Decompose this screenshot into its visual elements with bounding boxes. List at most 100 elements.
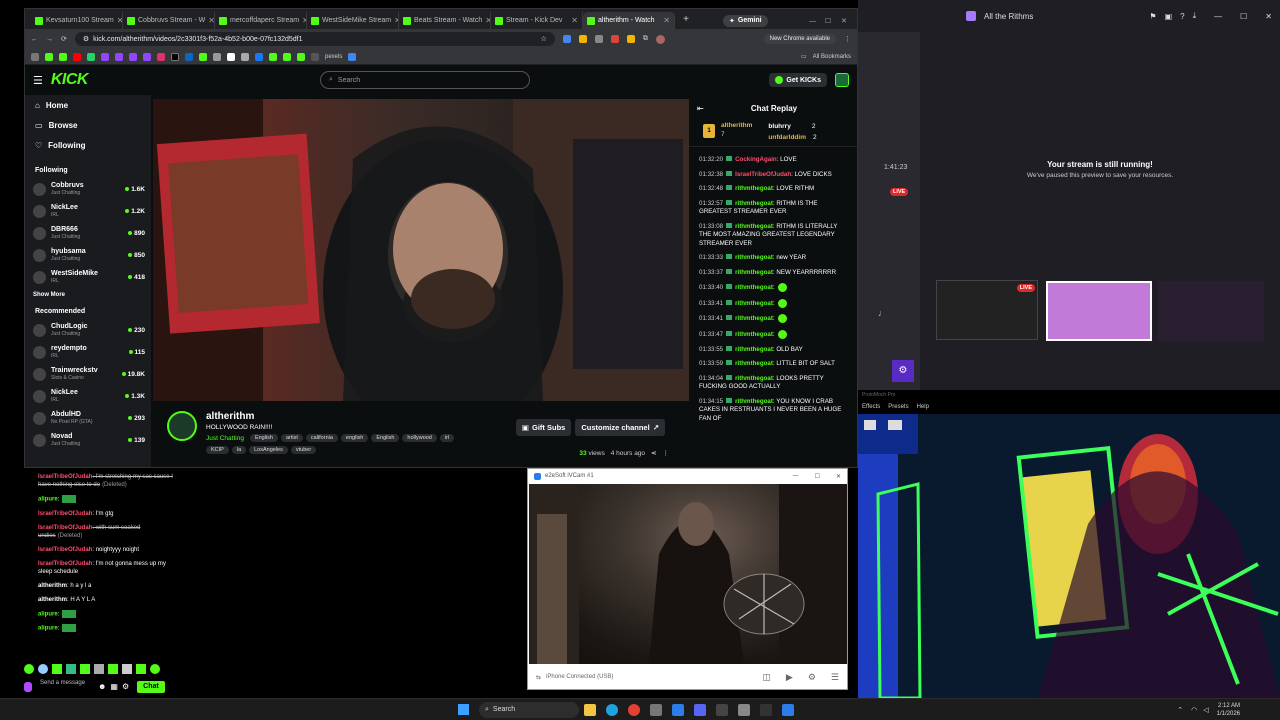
pexels-bookmark[interactable]: pexels: [325, 54, 342, 60]
bookmark-icon[interactable]: [185, 52, 193, 61]
window-close-icon[interactable]: ✕: [841, 17, 857, 25]
edge-icon[interactable]: [606, 703, 618, 716]
app-icon[interactable]: [650, 703, 662, 716]
bookmark-icon[interactable]: [269, 52, 277, 61]
back-icon[interactable]: ←: [31, 36, 38, 43]
sidebar-channel[interactable]: NickLee IRL 1.2K: [25, 200, 151, 222]
sidebar-channel[interactable]: Trainwreckstv Slots & Casino 19.8K: [25, 363, 151, 385]
stream-tag[interactable]: English: [249, 434, 278, 442]
chat-username[interactable]: alipure: [38, 497, 58, 503]
app-icon[interactable]: [782, 703, 794, 716]
gift-subs-button[interactable]: ▣ Gift Subs: [515, 419, 572, 436]
close-icon[interactable]: ✕: [571, 16, 578, 25]
app-icon[interactable]: [760, 703, 772, 716]
bookmark-icon[interactable]: [157, 52, 165, 61]
window-icon[interactable]: ▣: [1165, 12, 1173, 21]
sidebar-channel[interactable]: NickLee IRL 1.3K: [25, 385, 151, 407]
browser-tab-active[interactable]: altherithm - Watch ✕: [583, 12, 675, 29]
maximize-icon[interactable]: ☐: [825, 17, 841, 25]
stream-tag[interactable]: irl: [439, 434, 455, 442]
chat-username[interactable]: alipure: [38, 626, 58, 632]
minimize-icon[interactable]: —: [793, 473, 799, 479]
extensions-puzzle-icon[interactable]: ⧉: [643, 35, 648, 43]
video-player[interactable]: [153, 99, 689, 401]
chrome-icon[interactable]: [628, 703, 640, 716]
send-message-input[interactable]: Send a message: [36, 680, 94, 694]
chat-username[interactable]: rithmthegoat: [735, 331, 773, 338]
stream-tag[interactable]: English: [371, 434, 400, 442]
channel-avatar[interactable]: [167, 411, 197, 441]
menu-icon[interactable]: ☰: [831, 672, 839, 683]
emote-icon[interactable]: [24, 664, 34, 674]
stream-tag[interactable]: la: [231, 446, 247, 454]
profile-avatar[interactable]: [655, 34, 665, 44]
chat-username[interactable]: rithmthegoat: [735, 398, 773, 405]
kick-logo[interactable]: KICK: [51, 71, 89, 89]
nav-home[interactable]: ⌂ Home: [25, 95, 151, 115]
bookmark-icon[interactable]: [143, 52, 151, 61]
sidebar-channel[interactable]: hyubsama Just Chatting 850: [25, 244, 151, 266]
nav-browse[interactable]: ▭ Browse: [25, 115, 151, 135]
chat-username[interactable]: rithmthegoat: [735, 254, 773, 261]
stream-tag[interactable]: california: [305, 434, 338, 442]
new-chrome-available-button[interactable]: New Chrome available: [763, 34, 836, 44]
browser-tab[interactable]: mercoffdaperc Stream✕: [215, 12, 307, 29]
emote-icon[interactable]: [122, 664, 132, 674]
chat-username[interactable]: rithmthegoat: [735, 269, 773, 276]
browser-tab[interactable]: WestSideMike Stream✕: [307, 12, 399, 29]
stream-tag[interactable]: artist: [280, 434, 303, 442]
extension-icon[interactable]: [578, 35, 587, 43]
extension-icon[interactable]: [594, 35, 603, 43]
scene-thumbnail[interactable]: [1158, 281, 1264, 341]
emote-icon[interactable]: [52, 664, 62, 674]
bookmark-icon[interactable]: [213, 52, 221, 61]
hamburger-menu-icon[interactable]: ☰: [33, 74, 43, 87]
menu-help[interactable]: Help: [917, 404, 929, 410]
sidebar-channel[interactable]: DBR666 Just Chatting 890: [25, 222, 151, 244]
share-icon[interactable]: ⋖: [651, 449, 656, 457]
chat-username[interactable]: rithmthegoat: [735, 200, 773, 207]
chat-username[interactable]: rithmthegoat: [735, 315, 773, 322]
stream-tag[interactable]: english: [340, 434, 369, 442]
mic-muted-icon[interactable]: ♩: [878, 308, 887, 318]
chat-username[interactable]: IsraelTribeOfJudah: [38, 561, 92, 567]
emoji-icon[interactable]: ☻: [98, 683, 106, 691]
bookmark-icon[interactable]: [283, 52, 291, 61]
stream-tag[interactable]: LosAngeles: [249, 446, 288, 454]
bookmark-icon[interactable]: [348, 52, 357, 61]
close-icon[interactable]: ✕: [836, 473, 841, 480]
clock-time[interactable]: 2:12 AM: [1217, 702, 1240, 710]
sidebar-channel[interactable]: Cobbruvs Just Chatting 1.6K: [25, 178, 151, 200]
gemini-button[interactable]: ✦ Gemini: [723, 15, 768, 27]
volume-icon[interactable]: ◁: [1203, 706, 1208, 714]
maximize-icon[interactable]: ☐: [815, 473, 820, 480]
new-tab-button[interactable]: +: [679, 13, 693, 27]
menu-dots-icon[interactable]: ⋮: [844, 35, 851, 43]
stream-tag[interactable]: KCIP: [206, 446, 229, 454]
clock-date[interactable]: 1/1/2026: [1217, 710, 1240, 718]
chat-username[interactable]: rithmthegoat: [735, 375, 773, 382]
sidebar-channel[interactable]: reydempto IRL 115: [25, 341, 151, 363]
close-icon[interactable]: ✕: [1265, 12, 1272, 21]
customize-channel-button[interactable]: Customize channel ↗: [575, 419, 665, 436]
wifi-icon[interactable]: ◠: [1191, 706, 1197, 714]
chat-username[interactable]: IsraelTribeOfJudah: [38, 474, 92, 480]
browser-tab[interactable]: Kevsaturn100 Stream ✕: [31, 12, 123, 29]
chat-username[interactable]: IsraelTribeOfJudah: [38, 547, 92, 553]
tray-chevron-icon[interactable]: ⌃: [1177, 706, 1183, 714]
taskbar-search[interactable]: ⌕ Search: [479, 701, 579, 718]
bookmark-icon[interactable]: [101, 52, 109, 61]
maximize-icon[interactable]: ☐: [1240, 12, 1247, 21]
download-icon[interactable]: ⤓: [1193, 11, 1197, 21]
emote-icon[interactable]: [80, 664, 90, 674]
url-bar[interactable]: ⚙ kick.com/altherithm/videos/2c3301f3-f5…: [74, 32, 555, 46]
extension-icon[interactable]: [626, 35, 635, 43]
bookmark-icon[interactable]: [59, 52, 67, 61]
scene-thumbnail-selected[interactable]: [1046, 281, 1152, 341]
forward-icon[interactable]: →: [46, 36, 53, 43]
bookmark-icon[interactable]: [73, 52, 81, 61]
scene-thumbnail[interactable]: LIVE: [936, 280, 1038, 340]
bookmark-star-icon[interactable]: ☆: [541, 35, 547, 43]
chat-username[interactable]: rithmthegoat: [735, 223, 773, 230]
channel-name[interactable]: altherithm: [206, 411, 454, 422]
